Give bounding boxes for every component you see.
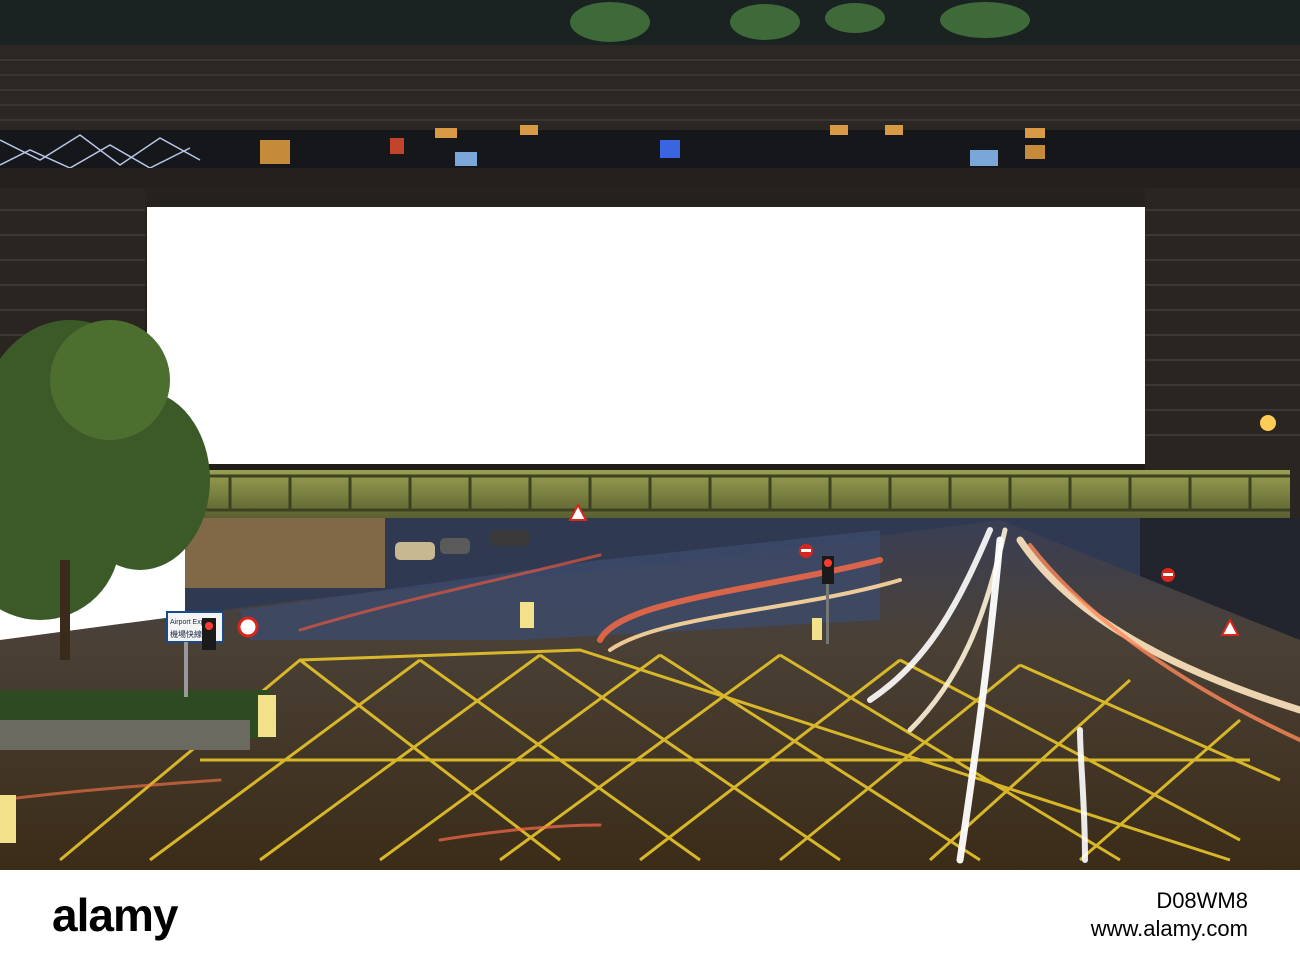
- night-street-photo: Airport Expr 機場快線: [0, 0, 1300, 870]
- top-terrace: [0, 0, 1300, 45]
- speed-sign: [237, 616, 259, 638]
- sign-text: Airport Expr: [170, 619, 208, 626]
- bollard-light-left: [0, 795, 16, 843]
- window-band: [0, 130, 1300, 168]
- sign-subtext: 機場快線: [170, 629, 202, 639]
- lit-lobby: [185, 518, 385, 588]
- road-bollard-2: [812, 618, 822, 640]
- road-bollard: [520, 602, 534, 628]
- louvre-band: [0, 45, 1300, 130]
- stock-footer: [0, 870, 1300, 958]
- planter-wall: [0, 720, 250, 750]
- street-lamp: [1260, 415, 1276, 431]
- photo-scene: Airport Expr 機場快線: [0, 0, 1300, 870]
- bollard-light: [258, 695, 276, 737]
- image-id: D08WM8: [1156, 888, 1248, 913]
- site-url: www.alamy.com: [1090, 916, 1248, 941]
- alamy-logo: alamy: [52, 889, 178, 941]
- traffic-light-left: [202, 618, 216, 650]
- tree-trunk: [60, 560, 70, 660]
- blank-billboard: [147, 207, 1145, 464]
